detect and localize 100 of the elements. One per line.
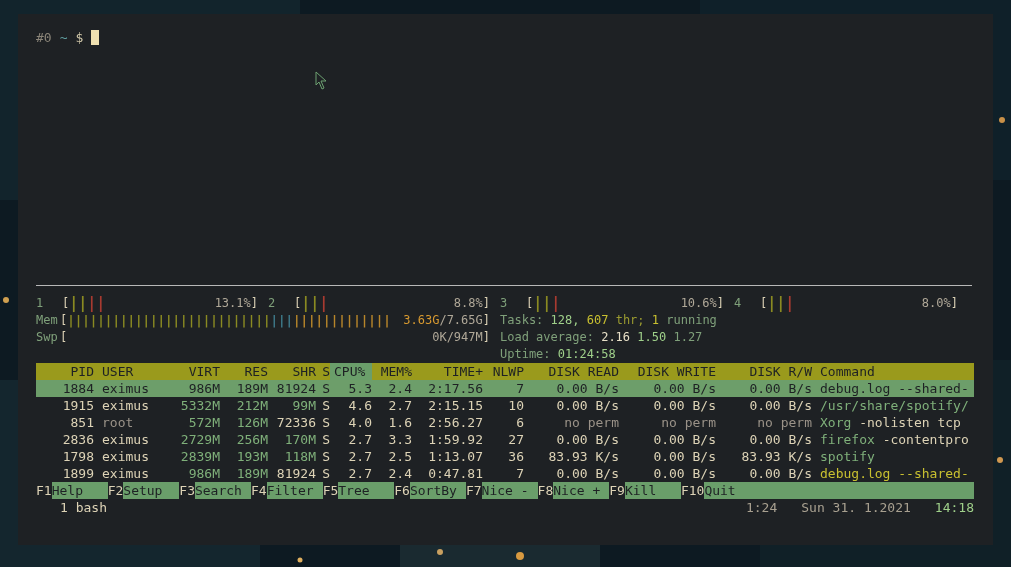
column-header[interactable]: PID	[36, 363, 94, 380]
column-header[interactable]: USER	[94, 363, 174, 380]
meter-reading: 8.8%	[453, 295, 483, 312]
column-header[interactable]: CPU%	[330, 363, 372, 380]
process-row[interactable]: 1899 eximus 986M 189M 81924 S 2.7 2.4 0:47.81 7 0.00 B/s 0.00 B/s 0.00 B/s debug.log --shared-	[36, 465, 974, 482]
table-cell-text: /usr/share/spotify/	[819, 397, 970, 414]
column-header[interactable]: DISK READ	[524, 363, 619, 380]
table-cell-text: debug.log --shared-	[819, 465, 970, 482]
table-cell-text: 2836	[61, 431, 94, 448]
process-row[interactable]: 1798 eximus 2839M 193M 118M S 2.7 2.5 1:13.07 36 83.93 K/s 0.00 B/s 83.93 K/s spotify	[36, 448, 974, 465]
table-cell-text: 2.5	[387, 448, 412, 465]
table-cell-text: 5332M	[179, 397, 220, 414]
table-cell-text: 2.7	[387, 397, 412, 414]
table-cell-text: 0.00 B/s	[652, 380, 716, 397]
meter-ticks-text: ||	[301, 295, 320, 312]
bracket: [	[60, 312, 68, 329]
table-cell-text: eximus	[101, 465, 150, 482]
table-cell-text: 83.93 K/s	[547, 448, 619, 465]
table-cell-text: 0.00 B/s	[748, 397, 812, 414]
table-cell-text: 189M	[235, 465, 268, 482]
function-key-button[interactable]: Filter	[266, 482, 323, 499]
table-cell-text: 6	[515, 414, 524, 431]
column-header[interactable]: MEM%	[372, 363, 412, 380]
function-key-button[interactable]: Kill	[624, 482, 681, 499]
column-header[interactable]: S	[316, 363, 330, 380]
table-cell-text: S	[321, 465, 330, 482]
bracket: ]	[950, 295, 958, 312]
table-cell-text: 986M	[187, 380, 220, 397]
table-cell-text: 4.0	[347, 414, 372, 431]
table-cell-text: 193M	[235, 448, 268, 465]
meter-ticks-text: ||	[533, 295, 552, 312]
function-key-button[interactable]: Search	[194, 482, 251, 499]
pointer-icon	[315, 71, 329, 91]
bracket: [	[60, 329, 68, 346]
key-label: F6	[394, 482, 410, 499]
table-cell-text: 189M	[235, 380, 268, 397]
info-line: Uptime: 01:24:58	[500, 346, 617, 363]
table-cell-text: 986M	[187, 465, 220, 482]
meter-label: 3	[500, 295, 509, 312]
function-key-button[interactable]: SortBy	[409, 482, 466, 499]
column-header[interactable]: DISK WRITE	[619, 363, 716, 380]
table-cell-text: 83.93 K/s	[740, 448, 812, 465]
table-cell-text: 36	[507, 448, 524, 465]
function-key-button[interactable]: Nice -	[481, 482, 538, 499]
table-cell-text: 5.3	[347, 380, 372, 397]
table-cell-text: 1884	[61, 380, 94, 397]
key-label: F4	[250, 482, 267, 499]
table-cell-text: spotify	[819, 448, 876, 465]
bracket: [	[526, 295, 534, 312]
meter-label: 2	[268, 295, 277, 312]
column-header[interactable]: TIME+	[412, 363, 483, 380]
table-cell-text: 212M	[235, 397, 268, 414]
column-header[interactable]: NLWP	[483, 363, 524, 380]
column-header[interactable]: RES	[220, 363, 268, 380]
meter-ticks-text: |||||||||||||||||||||||||||	[67, 312, 271, 329]
table-cell-text: 0.00 B/s	[748, 431, 812, 448]
meter-ticks-text: ||	[69, 295, 88, 312]
table-cell-text: 2:56.27	[427, 414, 483, 431]
clock-text: 14:18	[934, 499, 974, 516]
table-cell-text: no perm	[756, 414, 812, 431]
column-header[interactable]: SHR	[268, 363, 316, 380]
function-key-button[interactable]: Setup	[123, 482, 180, 499]
table-cell-text: 2729M	[179, 431, 220, 448]
table-cell-text: 572M	[187, 414, 220, 431]
table-cell-text: 7	[515, 465, 524, 482]
process-row[interactable]: 851 root 572M 126M 72336 S 4.0 1.6 2:56.27 6 no perm no perm no perm Xorg -nolisten tcp	[36, 414, 974, 431]
table-cell-text: 81924	[275, 380, 316, 397]
meter-label: Swp	[36, 329, 59, 346]
process-row[interactable]: 1884 eximus 986M 189M 81924 S 5.3 2.4 2:17.56 7 0.00 B/s 0.00 B/s 0.00 B/s debug.log --shared-	[36, 380, 974, 397]
info-line: Load average: 2.16 1.50 1.27	[500, 329, 704, 346]
table-cell-text: Xorg -nolisten tcp	[819, 414, 962, 431]
column-header[interactable]: Command	[812, 363, 974, 380]
column-header[interactable]: DISK R/W	[716, 363, 812, 380]
meter-ticks-text: |||||||||||||	[293, 312, 391, 329]
date-text: Sun 31. 1.2021	[801, 499, 911, 516]
table-cell-text: 0.00 B/s	[555, 465, 619, 482]
bracket: [	[294, 295, 302, 312]
table-cell-text: 2:17.56	[427, 380, 483, 397]
table-cell-text: 81924	[275, 465, 316, 482]
table-cell-text: debug.log --shared-	[819, 380, 970, 397]
prompt-text: ~	[59, 29, 68, 46]
table-cell-text: 1:59.92	[427, 431, 483, 448]
bracket: ]	[716, 295, 724, 312]
key-label: F10	[680, 482, 705, 499]
process-row[interactable]: 2836 eximus 2729M 256M 170M S 2.7 3.3 1:59.92 27 0.00 B/s 0.00 B/s 0.00 B/s firefox -contentpro	[36, 431, 974, 448]
function-key-button[interactable]: Nice +	[553, 482, 610, 499]
table-cell-text: 126M	[235, 414, 268, 431]
function-key-button[interactable]: Quit	[704, 482, 974, 499]
column-header[interactable]: VIRT	[174, 363, 220, 380]
window-tab[interactable]: 1 bash	[36, 499, 107, 516]
function-key-button[interactable]: Tree	[338, 482, 395, 499]
table-cell-text: 118M	[283, 448, 316, 465]
table-cell-text: 99M	[291, 397, 316, 414]
meter-ticks-text: ||	[767, 295, 786, 312]
table-cell-text: 0.00 B/s	[652, 397, 716, 414]
function-key-button[interactable]: Help	[51, 482, 108, 499]
table-cell-text: no perm	[660, 414, 716, 431]
table-cell-text: 0.00 B/s	[555, 431, 619, 448]
process-row[interactable]: 1915 eximus 5332M 212M 99M S 4.6 2.7 2:15.15 10 0.00 B/s 0.00 B/s 0.00 B/s /usr/share/spotify/	[36, 397, 974, 414]
meter-ticks-text: |||	[270, 312, 293, 329]
